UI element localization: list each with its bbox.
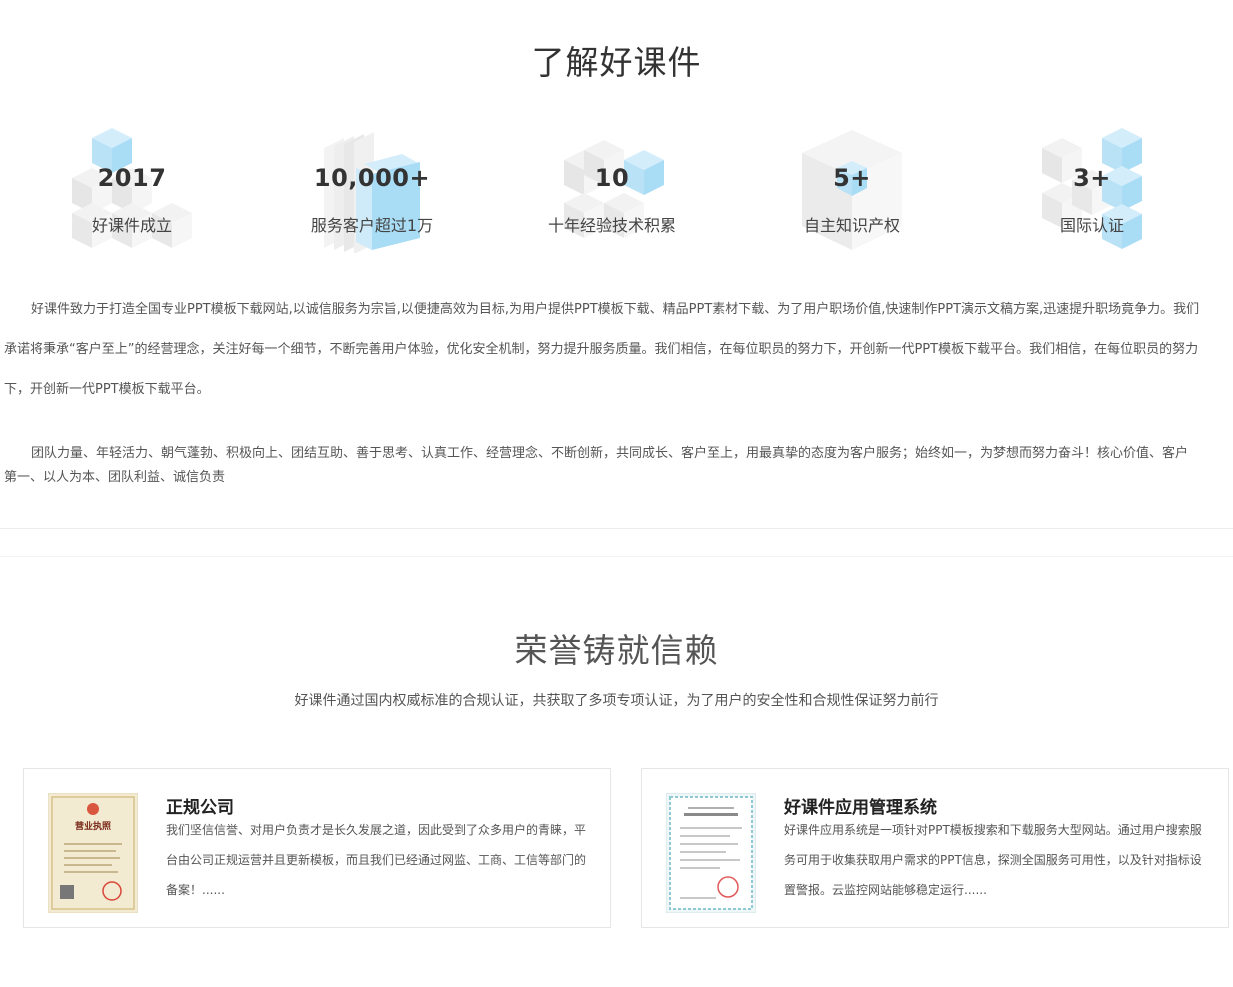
- stat-number: 10,000+: [313, 164, 431, 192]
- card-description: 我们坚信信誉、对用户负责才是长久发展之道，因此受到了众多用户的青睐，平台由公司正…: [166, 823, 587, 897]
- license-heading-text: 营业执照: [75, 820, 111, 832]
- stat-number: 5+: [833, 164, 871, 192]
- stat-item-certification: 3+ 国际认证: [972, 128, 1212, 253]
- card-description: 好课件应用系统是一项针对PPT模板搜索和下载服务大型网站。通过用户搜索服务可用于…: [784, 823, 1202, 897]
- stat-label: 十年经验技术积累: [547, 216, 676, 235]
- stat-label: 国际认证: [1059, 216, 1124, 235]
- stat-label: 服务客户超过1万: [310, 216, 434, 235]
- stat-label: 自主知识产权: [803, 216, 900, 235]
- stat-number: 10: [594, 164, 630, 192]
- software-certificate-image: [666, 793, 756, 913]
- about-section-title: 了解好课件: [531, 43, 702, 82]
- stat-item-experience: 10 十年经验技术积累: [492, 128, 732, 253]
- business-license-image: 营业执照: [48, 793, 138, 913]
- section-divider: [0, 556, 1233, 557]
- honor-section-title: 荣誉铸就信赖: [514, 631, 719, 670]
- stat-number: 2017: [97, 164, 167, 192]
- section-divider: [0, 528, 1233, 529]
- stats-row: 2017 好课件成立 10,000+ 服务客户超过1万 10 十年经验技术积累 …: [0, 128, 1233, 253]
- stat-item-founded: 2017 好课件成立: [12, 128, 252, 253]
- honor-subtitle: 好课件通过国内权威标准的合规认证，共获取了多项专项认证，为了用户的安全性和合规性…: [294, 693, 939, 709]
- about-paragraph-intro: 好课件致力于打造全国专业PPT模板下载网站,以诚信服务为宗旨,以便捷高效为目标,…: [4, 302, 1200, 397]
- stat-number: 3+: [1073, 164, 1111, 192]
- stat-item-customers: 10,000+ 服务客户超过1万: [252, 128, 492, 253]
- stat-item-ip: 5+ 自主知识产权: [732, 128, 972, 253]
- stat-label: 好课件成立: [91, 216, 172, 235]
- honor-card-system[interactable]: 好课件应用管理系统 好课件应用系统是一项针对PPT模板搜索和下载服务大型网站。通…: [641, 768, 1229, 928]
- about-paragraph-values: 团队力量、年轻活力、朝气蓬勃、积极向上、团结互助、善于思考、认真工作、经营理念、…: [4, 446, 1189, 485]
- honor-card-company[interactable]: 营业执照 正规公司 我们坚信信誉、对用户负责才是长久发展之道，因此受到了众多用户…: [23, 768, 611, 928]
